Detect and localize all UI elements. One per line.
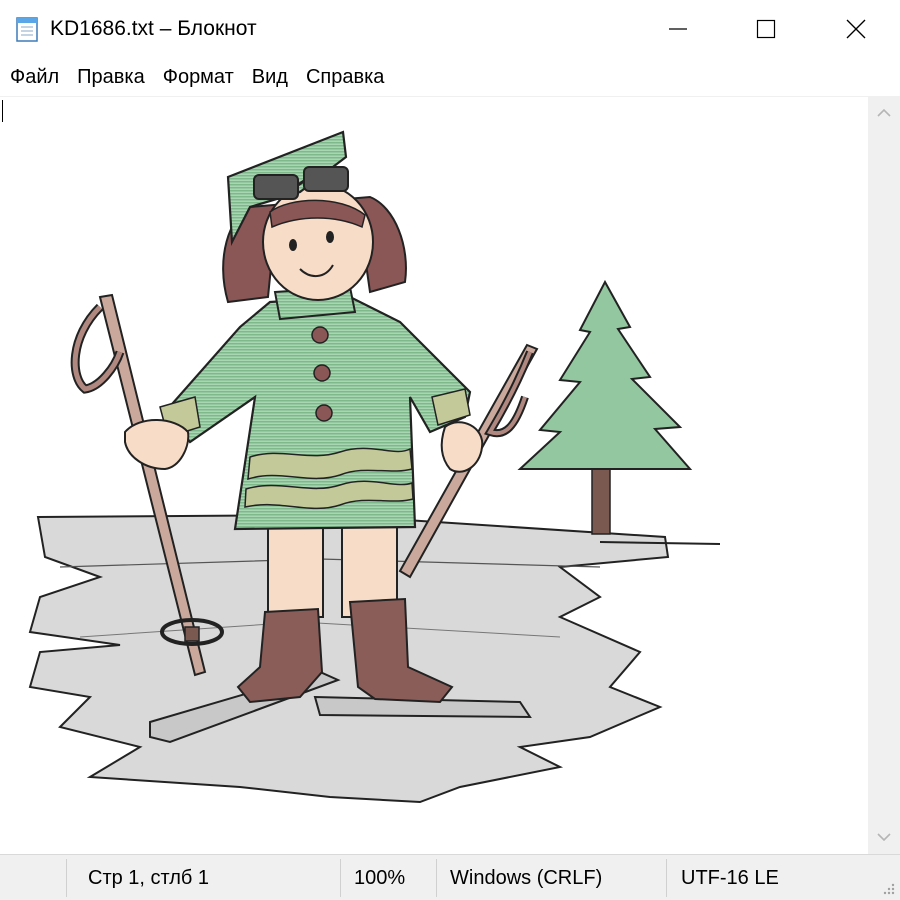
- scroll-down-button[interactable]: [868, 820, 900, 854]
- zoom-level: 100%: [354, 867, 406, 889]
- menu-file[interactable]: Файл: [0, 58, 68, 96]
- title-bar[interactable]: KD1686.txt – Блокнот: [0, 0, 900, 58]
- menu-view[interactable]: Вид: [243, 58, 297, 96]
- close-button[interactable]: [810, 0, 900, 58]
- chevron-up-icon: [877, 108, 891, 117]
- status-separator: [340, 859, 341, 897]
- skier-art-image: [28, 130, 721, 804]
- maximize-button[interactable]: [720, 0, 812, 58]
- scroll-up-button[interactable]: [868, 96, 900, 130]
- encoding: UTF-16 LE: [681, 867, 779, 889]
- window-title: KD1686.txt – Блокнот: [50, 17, 257, 40]
- menu-edit[interactable]: Правка: [68, 58, 154, 96]
- status-separator: [666, 859, 667, 897]
- minimize-button[interactable]: [632, 0, 724, 58]
- text-editor[interactable]: [0, 96, 868, 854]
- vertical-scrollbar[interactable]: [868, 96, 900, 854]
- status-separator: [66, 859, 67, 897]
- status-bar: Стр 1, стлб 1 100% Windows (CRLF) UTF-16…: [0, 854, 900, 900]
- resize-grip-icon[interactable]: [880, 880, 896, 896]
- menu-format[interactable]: Формат: [154, 58, 243, 96]
- menu-help[interactable]: Справка: [297, 58, 393, 96]
- status-separator: [436, 859, 437, 897]
- line-ending: Windows (CRLF): [450, 867, 603, 889]
- close-icon: [846, 19, 866, 39]
- notepad-icon: [16, 17, 38, 42]
- cursor-position: Стр 1, стлб 1: [88, 867, 210, 889]
- maximize-icon: [756, 19, 776, 39]
- minimize-icon: [669, 28, 687, 30]
- chevron-down-icon: [877, 833, 891, 842]
- notepad-window: KD1686.txt – Блокнот Файл Правка Формат …: [0, 0, 900, 900]
- menu-bar: Файл Правка Формат Вид Справка: [0, 58, 900, 96]
